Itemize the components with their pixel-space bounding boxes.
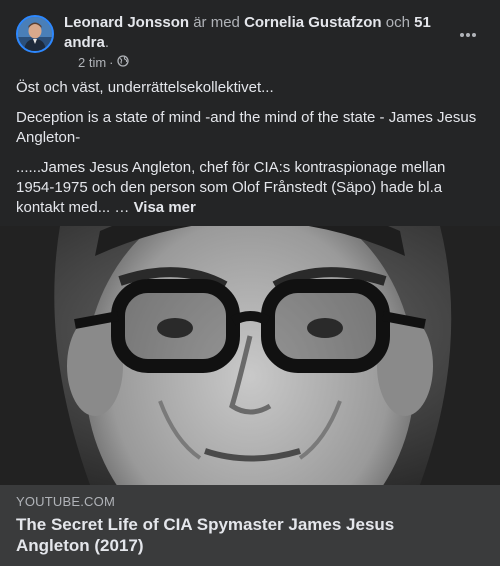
post-paragraph: Deception is a state of mind -and the mi… [16, 109, 477, 146]
post-timestamp[interactable]: 2 tim [78, 55, 106, 71]
tagged-person-link[interactable]: Cornelia Gustafzon [244, 14, 382, 31]
post-body: Öst och väst, underrättelsekollektivet..… [16, 78, 484, 228]
see-more-link[interactable]: Visa mer [134, 199, 196, 216]
link-thumbnail-image[interactable] [0, 226, 500, 485]
post-paragraph-text: ......James Jesus Angleton, chef för CIA… [16, 159, 446, 216]
with-text: är med [193, 14, 240, 31]
post-meta: 2 tim · [78, 55, 129, 71]
author-name-link[interactable]: Leonard Jonsson [64, 14, 189, 31]
post-paragraph-last: ......James Jesus Angleton, chef för CIA… [16, 158, 484, 218]
link-source-domain: YOUTUBE.COM [16, 494, 115, 509]
portrait-photo [0, 226, 500, 485]
link-title[interactable]: The Secret Life of CIA Spymaster James J… [16, 514, 456, 556]
feed-post: Leonard Jonsson är med Cornelia Gustafzo… [0, 0, 500, 566]
author-line: Leonard Jonsson är med Cornelia Gustafzo… [64, 13, 444, 53]
more-horizontal-icon [460, 33, 476, 37]
post-paragraph: Öst och väst, underrättelsekollektivet..… [16, 79, 274, 96]
period-text: . [104, 34, 110, 51]
post-header: Leonard Jonsson är med Cornelia Gustafzo… [16, 13, 484, 71]
link-preview[interactable]: YOUTUBE.COM The Secret Life of CIA Spyma… [0, 485, 500, 566]
and-text: och [385, 14, 410, 31]
more-options-button[interactable] [452, 19, 484, 51]
author-avatar[interactable] [16, 15, 54, 53]
ellipsis-text: … [110, 199, 134, 216]
meta-separator: · [109, 55, 114, 70]
globe-icon[interactable] [116, 55, 129, 71]
avatar-image [18, 17, 52, 51]
